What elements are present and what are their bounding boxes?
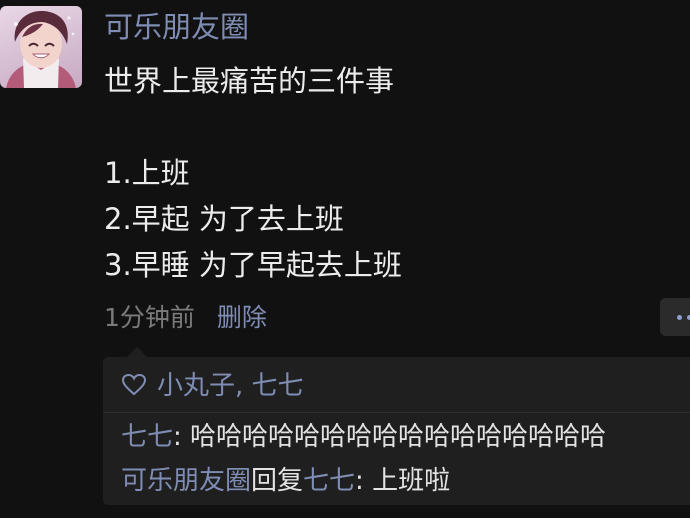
comment-author[interactable]: 可乐朋友圈 (121, 466, 251, 496)
more-dots-icon (677, 315, 682, 320)
comment-text: 上班啦 (372, 466, 451, 496)
avatar[interactable] (0, 6, 82, 88)
likes-names[interactable]: 小丸子, 七七 (157, 371, 304, 401)
comment-item[interactable]: 可乐朋友圈回复七七: 上班啦 (121, 462, 450, 500)
reply-target[interactable]: 七七 (303, 466, 355, 496)
interaction-panel: 小丸子, 七七 七七: 哈哈哈哈哈哈哈哈哈哈哈哈哈哈哈哈 可乐朋友圈回复七七: … (103, 347, 690, 505)
comment-item[interactable]: 七七: 哈哈哈哈哈哈哈哈哈哈哈哈哈哈哈哈 (121, 418, 606, 456)
likes-row: 小丸子, 七七 (121, 367, 304, 405)
comment-text: 哈哈哈哈哈哈哈哈哈哈哈哈哈哈哈哈 (190, 422, 607, 452)
delete-button[interactable]: 删除 (217, 303, 267, 332)
post-author-name[interactable]: 可乐朋友圈 (104, 8, 249, 46)
more-button[interactable] (660, 298, 690, 336)
comment-separator: : (355, 466, 373, 496)
post-content: 世界上最痛苦的三件事 1.上班 2.早起 为了去上班 3.早睡 为了早起去上班 (104, 64, 402, 282)
divider (103, 412, 690, 413)
heart-icon (121, 373, 147, 396)
reply-word: 回复 (251, 466, 304, 496)
post-meta-row: 1分钟前 删除 (104, 298, 267, 338)
post-time: 1分钟前 (104, 303, 195, 332)
comment-separator: : (173, 422, 191, 452)
comment-author[interactable]: 七七 (121, 422, 173, 452)
